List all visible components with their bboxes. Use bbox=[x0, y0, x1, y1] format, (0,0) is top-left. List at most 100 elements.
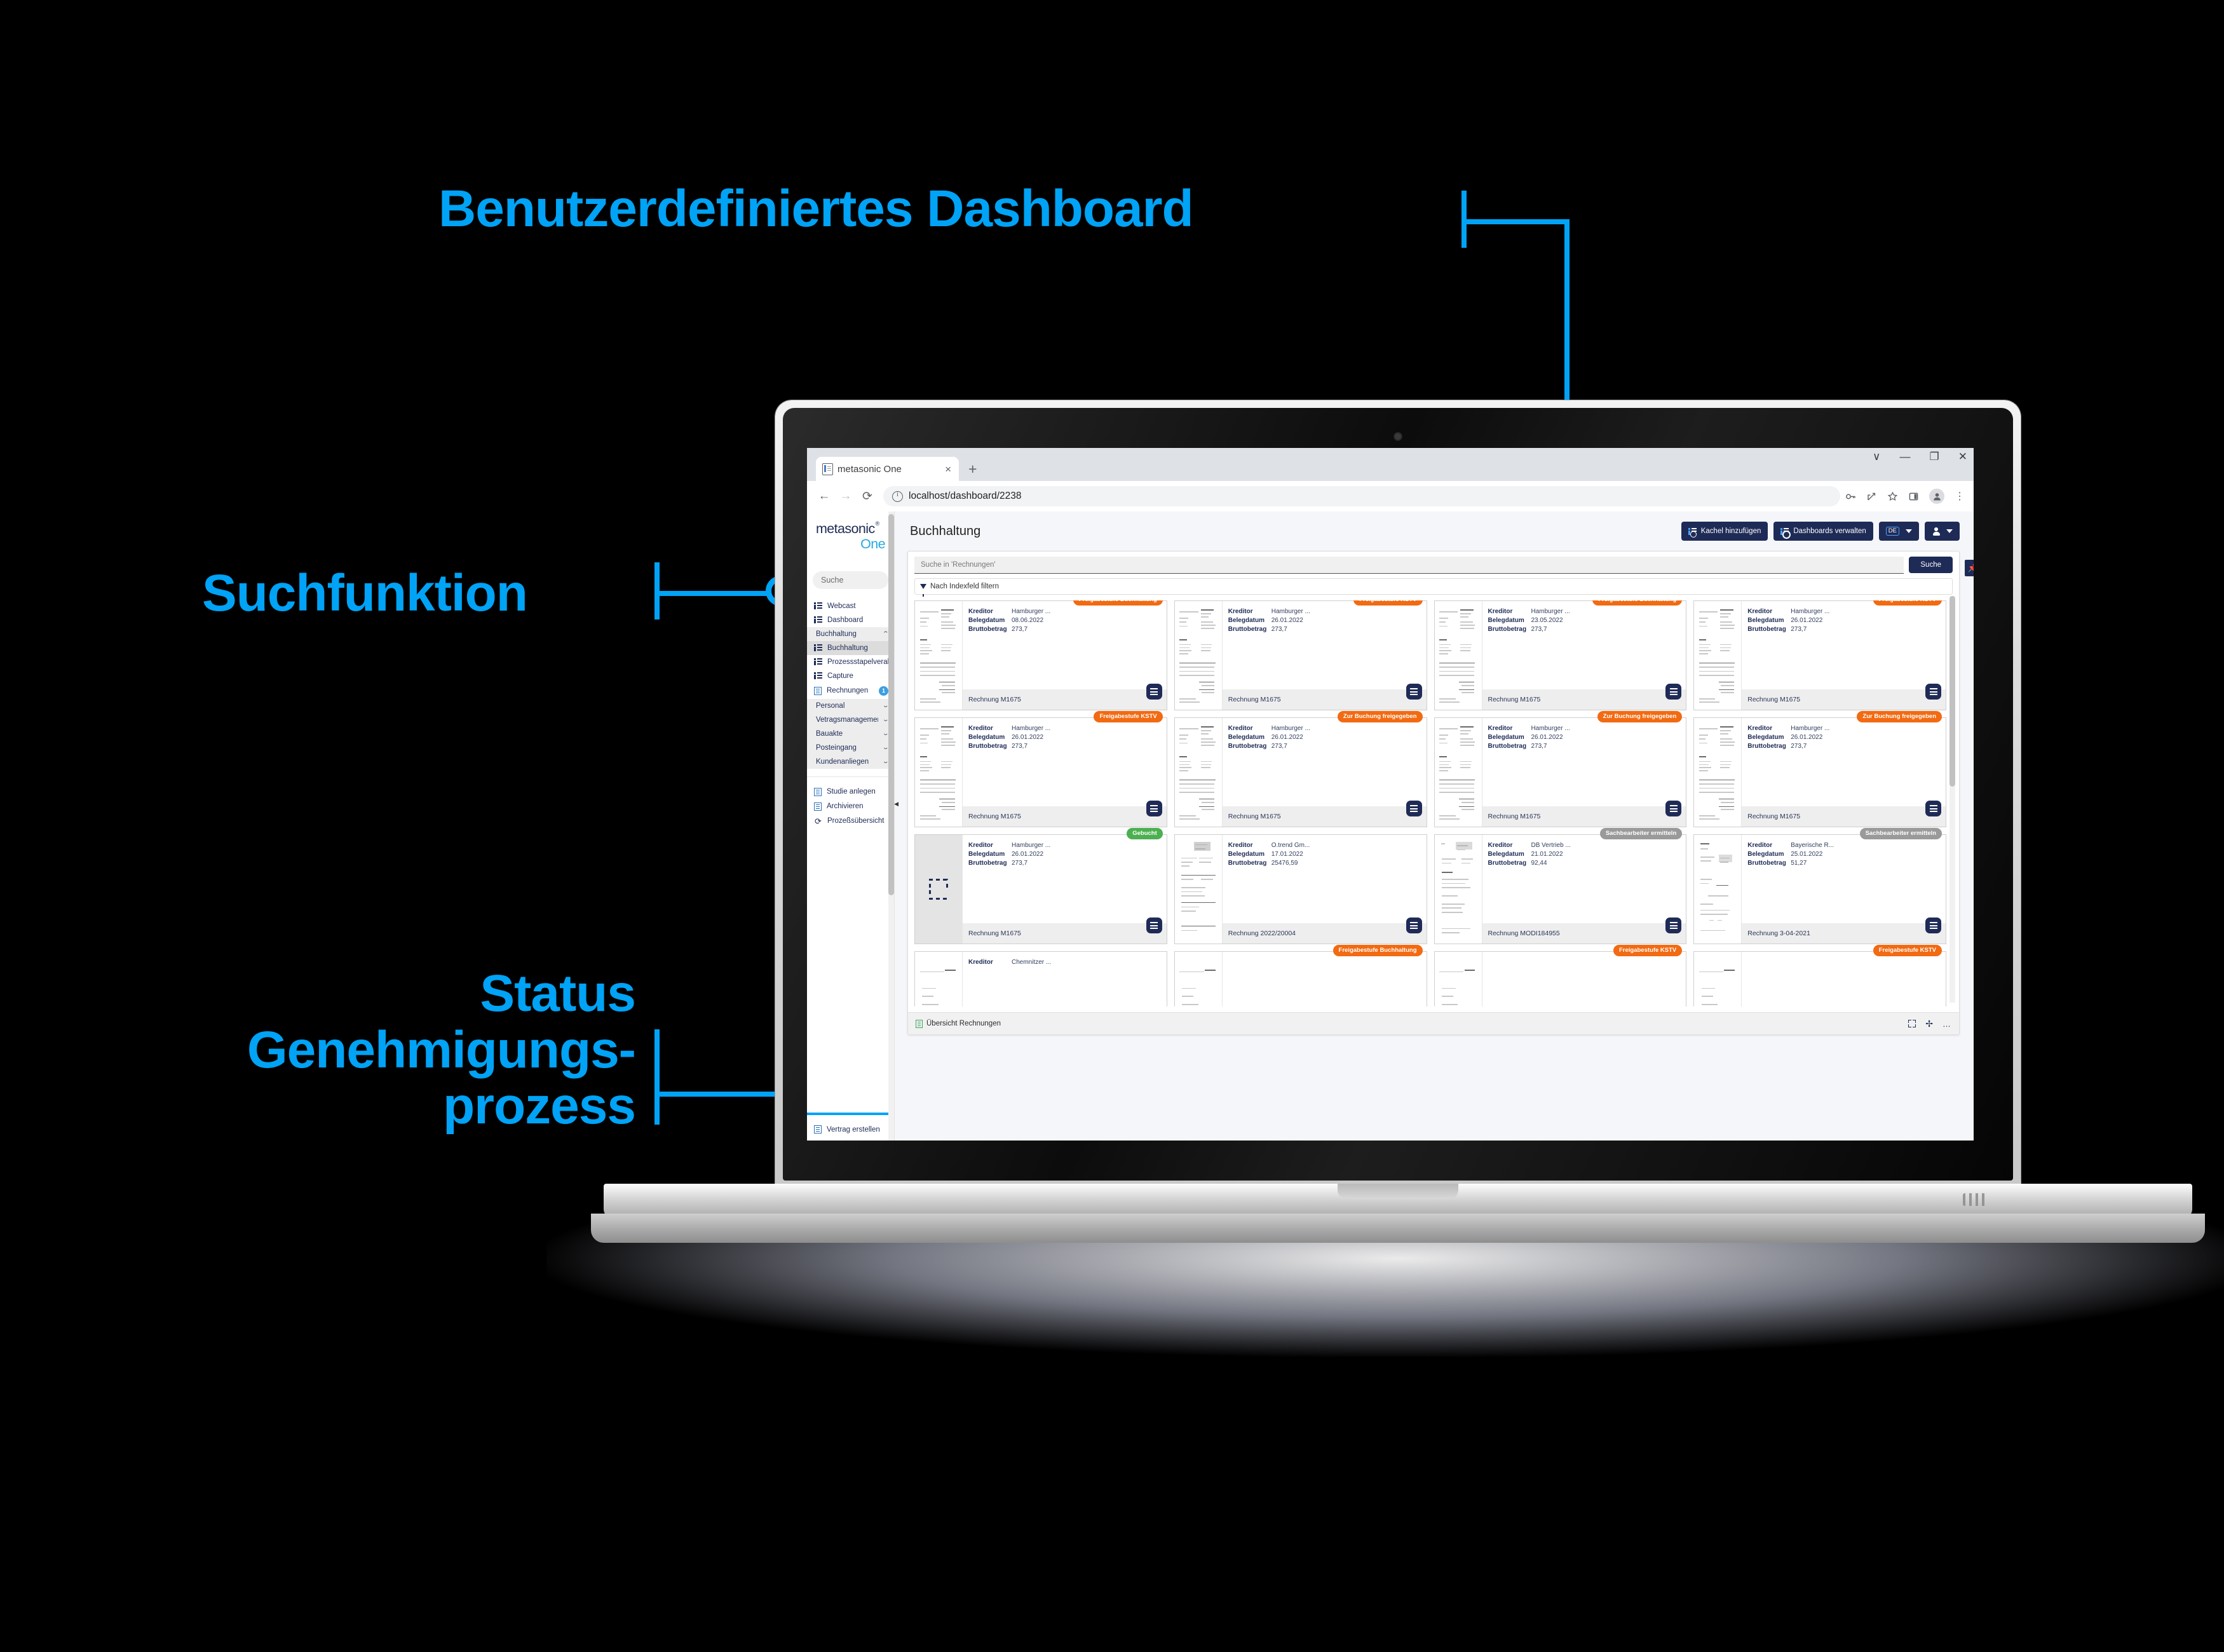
invoice-card[interactable]: Freigabestufe KSTVKreditorHamburger ...B… bbox=[914, 711, 1167, 827]
move-icon[interactable]: ✢ bbox=[1925, 1019, 1933, 1028]
language-selector[interactable]: DE bbox=[1878, 522, 1919, 541]
sidebar-scroll-thumb[interactable] bbox=[888, 514, 894, 895]
card-menu-icon[interactable] bbox=[1146, 684, 1162, 700]
pin-icon[interactable]: 📌 bbox=[1965, 560, 1974, 576]
invoice-card[interactable]: Kreditor Chemnitzer ... bbox=[914, 951, 1167, 1006]
add-tile-button[interactable]: Kachel hinzufügen bbox=[1681, 522, 1768, 541]
fullscreen-icon[interactable] bbox=[1908, 1020, 1916, 1027]
reload-button[interactable]: ⟳ bbox=[857, 485, 878, 507]
document-preview[interactable] bbox=[1694, 835, 1742, 944]
card-menu-icon[interactable] bbox=[1406, 684, 1422, 700]
invoice-card[interactable]: Freigabestufe KSTVKreditorHamburger ...B… bbox=[1693, 600, 1946, 710]
document-preview[interactable] bbox=[1694, 718, 1742, 827]
document-preview[interactable] bbox=[1434, 718, 1482, 827]
new-tab-button[interactable]: + bbox=[968, 462, 977, 477]
document-preview[interactable] bbox=[1174, 601, 1223, 710]
document-preview[interactable] bbox=[915, 718, 963, 827]
menu-kebab-icon[interactable]: ⋮ bbox=[1955, 490, 1965, 503]
sidebar-group-posteingang[interactable]: Posteingang ⌄ bbox=[807, 740, 894, 755]
sidebar-scrollbar[interactable]: ▲ bbox=[888, 511, 894, 1141]
sidebar-action-archivieren[interactable]: Archivieren bbox=[807, 799, 894, 814]
sidebar-collapse-icon[interactable]: ◀ bbox=[894, 801, 898, 808]
sidebar-item-rechnungen[interactable]: Rechnungen 1 bbox=[807, 683, 894, 699]
tile-add-icon bbox=[1688, 527, 1697, 538]
index-filter[interactable]: Nach Indexfeld filtern bbox=[914, 578, 1953, 597]
document-preview[interactable] bbox=[1174, 718, 1223, 827]
invoice-card[interactable]: Freigabestufe KSTV bbox=[1693, 945, 1946, 1006]
browser-tab[interactable]: metasonic One × bbox=[816, 457, 959, 481]
sidebar-action-vertrag-erstellen[interactable]: Vertrag erstellen bbox=[807, 1122, 894, 1137]
sidebar-group-kundenanliegen[interactable]: Kundenanliegen ⌄ bbox=[807, 754, 894, 769]
sidebar-action-prozessuebersicht[interactable]: ⟳ Prozeßsübersicht bbox=[807, 814, 894, 829]
card-menu-icon[interactable] bbox=[1925, 917, 1941, 933]
panel-scroll-thumb[interactable] bbox=[1949, 596, 1955, 787]
invoice-card[interactable]: Freigabestufe Buchhaltung Kreditor Hamburg… bbox=[914, 600, 1167, 710]
invoice-card[interactable]: Freigabestufe KSTV bbox=[1434, 945, 1687, 1006]
more-icon[interactable]: … bbox=[1943, 1019, 1951, 1029]
invoice-card[interactable]: Sachbearbeiter ermitteln Kreditor DB Vertr… bbox=[1434, 828, 1687, 944]
share-icon[interactable] bbox=[1866, 491, 1877, 502]
document-preview[interactable] bbox=[915, 601, 963, 710]
card-menu-icon[interactable] bbox=[1406, 917, 1422, 933]
document-preview[interactable] bbox=[1434, 835, 1482, 944]
panel-scrollbar[interactable] bbox=[1949, 596, 1955, 1003]
sidebar-item-dashboard[interactable]: Dashboard bbox=[807, 613, 894, 627]
sidebar-item-prozessstapelverabeitung[interactable]: Prozessstapelverabeitung bbox=[807, 655, 894, 669]
sidebar-search-input[interactable]: Suche bbox=[813, 571, 888, 589]
card-menu-icon[interactable] bbox=[1665, 917, 1682, 933]
invoice-card[interactable]: Freigabestufe KSTVKreditorHamburger ...B… bbox=[1174, 600, 1427, 710]
document-preview[interactable] bbox=[1694, 952, 1742, 1006]
card-menu-icon[interactable] bbox=[1146, 917, 1162, 933]
sidepanel-icon[interactable] bbox=[1908, 491, 1919, 502]
invoice-card[interactable]: Kreditor O.trend Gm... Belegdatum 17.01.202… bbox=[1174, 834, 1427, 944]
field-label: Bruttobetrag bbox=[1228, 743, 1267, 750]
manage-dashboards-button[interactable]: Dashboards verwalten bbox=[1773, 522, 1873, 541]
search-button[interactable]: Suche bbox=[1909, 557, 1953, 573]
sidebar-group-personal[interactable]: Personal ⌄ bbox=[807, 698, 894, 713]
profile-icon[interactable] bbox=[1929, 489, 1944, 504]
card-menu-icon[interactable] bbox=[1925, 801, 1941, 816]
back-button[interactable]: ← bbox=[813, 485, 835, 507]
invoice-card[interactable]: Zur Buchung freigegeben Kreditor Hamburger… bbox=[1174, 711, 1427, 827]
document-preview[interactable] bbox=[1694, 601, 1742, 710]
close-icon[interactable]: × bbox=[944, 464, 953, 475]
document-preview[interactable] bbox=[915, 952, 963, 1006]
document-preview[interactable] bbox=[1174, 835, 1223, 944]
document-preview[interactable] bbox=[1434, 601, 1482, 710]
sidebar-group-buchhaltung[interactable]: Buchhaltung ⌃ bbox=[807, 626, 894, 641]
address-bar[interactable]: localhost/dashboard/2238 bbox=[883, 486, 1840, 506]
sidebar-action-studie-anlegen[interactable]: Studie anlegen bbox=[807, 785, 894, 799]
sidebar-group-vetragsmanagement[interactable]: Vetragsmanagement ⌄ bbox=[807, 712, 894, 727]
annotation-dashboard: Benutzerdefiniertes Dashboard bbox=[438, 180, 1194, 238]
minimize-icon[interactable]: — bbox=[1900, 450, 1911, 463]
close-window-icon[interactable]: ✕ bbox=[1958, 450, 1967, 463]
card-menu-icon[interactable] bbox=[1665, 684, 1682, 700]
invoice-card[interactable]: Gebucht Kreditor Hamburger ... Belegdatum 26… bbox=[914, 828, 1167, 944]
field-label: Bruttobetrag bbox=[1488, 743, 1527, 750]
document-preview[interactable] bbox=[1174, 952, 1223, 1006]
invoice-card[interactable]: Freigabestufe Buchhaltung Kreditor Hamburg… bbox=[1434, 600, 1687, 710]
document-preview[interactable] bbox=[1434, 952, 1482, 1006]
info-icon[interactable] bbox=[892, 491, 903, 502]
filter-icon bbox=[920, 584, 926, 597]
card-menu-icon[interactable] bbox=[1665, 801, 1682, 816]
user-menu-button[interactable] bbox=[1925, 522, 1960, 541]
chevron-down-icon[interactable]: ∨ bbox=[1873, 450, 1880, 463]
card-menu-icon[interactable] bbox=[1146, 801, 1162, 816]
invoice-card[interactable]: Freigabestufe Buchhaltung bbox=[1174, 945, 1427, 1006]
key-icon[interactable] bbox=[1845, 491, 1856, 502]
sidebar-item-capture[interactable]: Capture bbox=[807, 669, 894, 683]
card-menu-icon[interactable] bbox=[1925, 684, 1941, 700]
sidebar-group-bauakte[interactable]: Bauakte ⌄ bbox=[807, 726, 894, 741]
document-preview[interactable] bbox=[915, 835, 963, 944]
bookmark-star-icon[interactable] bbox=[1887, 491, 1898, 502]
forward-button[interactable]: → bbox=[835, 485, 857, 507]
maximize-icon[interactable]: ❐ bbox=[1930, 450, 1939, 463]
invoice-card[interactable]: Sachbearbeiter ermitteln Kreditor Bayerisc… bbox=[1693, 828, 1946, 944]
invoice-card[interactable]: Zur Buchung freigegeben Kreditor Hamburger… bbox=[1693, 711, 1946, 827]
search-input[interactable]: Suche in 'Rechnungen' bbox=[914, 557, 1904, 574]
sidebar-item-webcast[interactable]: Webcast bbox=[807, 599, 894, 613]
sidebar-item-buchhaltung[interactable]: Buchhaltung bbox=[807, 640, 894, 655]
card-menu-icon[interactable] bbox=[1406, 801, 1422, 816]
invoice-card[interactable]: Zur Buchung freigegeben Kreditor Hamburger… bbox=[1434, 711, 1687, 827]
